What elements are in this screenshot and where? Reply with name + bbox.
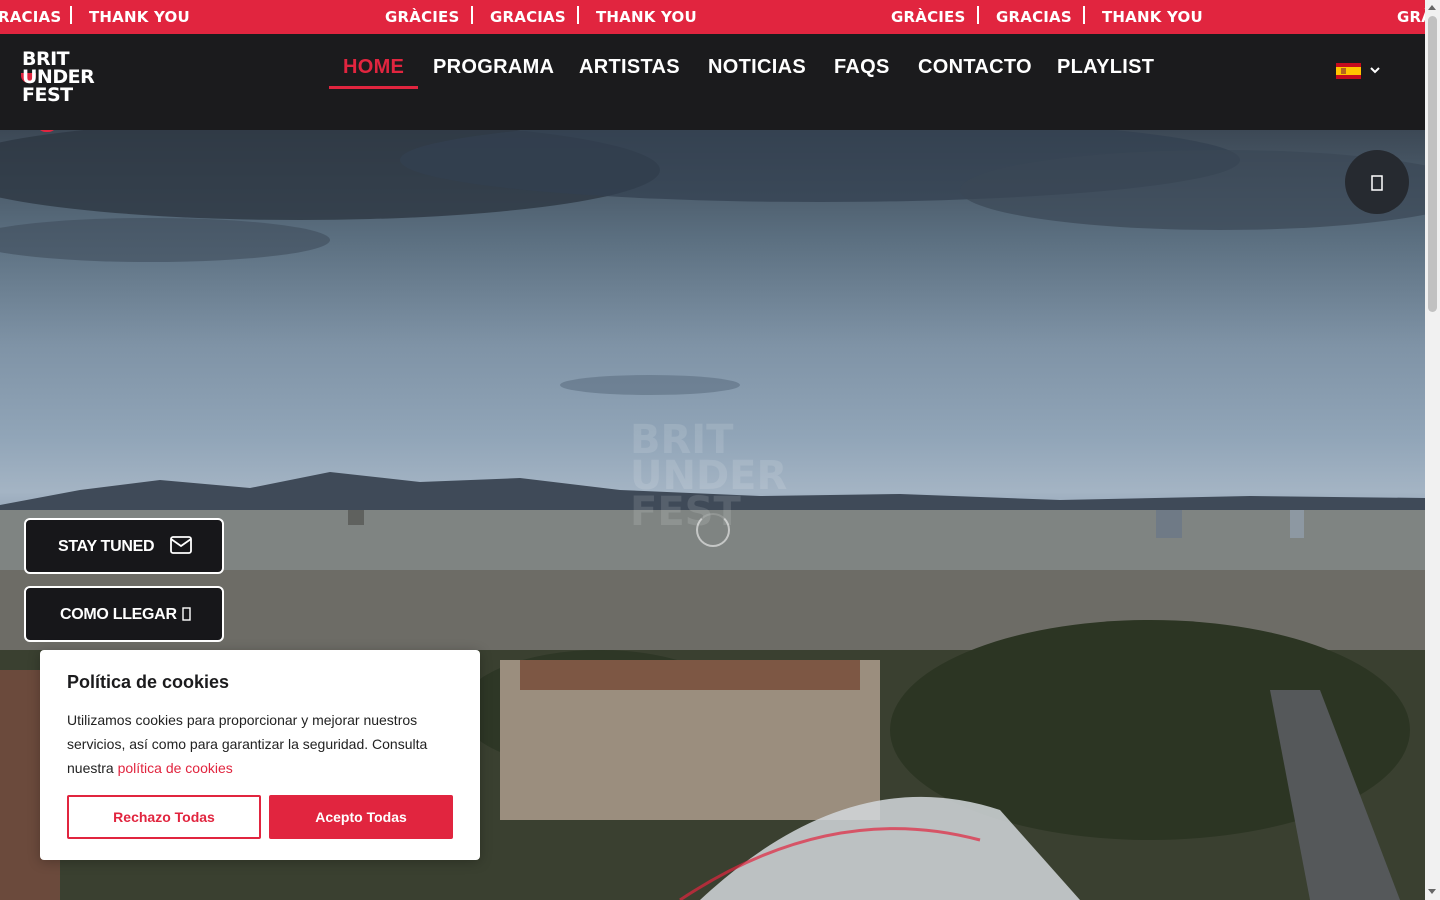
es-flag-icon	[1336, 63, 1361, 79]
envelope-icon	[170, 536, 192, 559]
ticker-separator	[977, 6, 979, 24]
logo-line: FEST	[22, 84, 73, 106]
ticker-item: THANK YOU	[1102, 8, 1203, 26]
stay-tuned-label: STAY TUNED	[58, 538, 155, 555]
ticker-item: GRÀCIES	[385, 8, 460, 26]
brit-under-fest-logo[interactable]: BRIT UNDER FEST	[21, 50, 112, 108]
logo-line: UNDER	[22, 66, 95, 88]
nav-programa[interactable]: PROGRAMA	[433, 56, 554, 79]
nav-artistas[interactable]: ARTISTAS	[579, 56, 680, 79]
scroll-up-icon[interactable]	[1428, 5, 1436, 10]
page-scrollbar[interactable]	[1425, 0, 1440, 900]
reject-all-button[interactable]: Rechazo Todas	[67, 795, 261, 839]
ticker-item: THANK YOU	[596, 8, 697, 26]
ticker-separator	[70, 6, 72, 24]
ticker-item: GRACIAS	[996, 8, 1072, 26]
como-llegar-button[interactable]: COMO LLEGAR	[24, 586, 224, 642]
scroll-thumb[interactable]	[1428, 16, 1437, 312]
nav-faqs[interactable]: FAQS	[834, 56, 890, 79]
accept-all-button[interactable]: Acepto Todas	[269, 795, 453, 839]
nav-noticias[interactable]: NOTICIAS	[708, 56, 806, 79]
hero-clouds	[0, 130, 1425, 395]
nav-home[interactable]: HOME	[343, 56, 404, 79]
language-selector[interactable]	[1336, 63, 1384, 79]
ticker-item: GRÀCIES	[891, 8, 966, 26]
nav-active-underline	[329, 86, 418, 89]
music-icon	[1371, 172, 1383, 191]
nav-playlist[interactable]: PLAYLIST	[1057, 56, 1154, 79]
ticker-bar: RACIAS THANK YOU GRÀCIES GRACIAS THANK Y…	[0, 0, 1425, 34]
music-toggle-button[interactable]	[1345, 150, 1409, 214]
map-marker-icon	[182, 607, 191, 626]
loading-spinner-icon	[696, 513, 730, 547]
chevron-down-icon	[1370, 63, 1380, 77]
ticker-separator	[577, 6, 579, 24]
como-llegar-label: COMO LLEGAR	[60, 606, 177, 623]
cookie-title: Política de cookies	[67, 672, 230, 692]
scroll-down-icon[interactable]	[1428, 889, 1436, 894]
ticker-item: GRÀ	[1397, 8, 1425, 26]
cookie-text: Utilizamos cookies para proporcionar y m…	[67, 708, 457, 780]
site-header: BRIT UNDER FEST HOME PROGRAMA ARTISTAS N…	[0, 34, 1425, 130]
cookie-policy-link[interactable]: política de cookies	[118, 760, 233, 776]
stay-tuned-button[interactable]: STAY TUNED	[24, 518, 224, 574]
ticker-separator	[471, 6, 473, 24]
ticker-item: GRACIAS	[490, 8, 566, 26]
cookie-consent-dialog: Política de cookies Utilizamos cookies p…	[40, 650, 480, 860]
ticker-item: THANK YOU	[89, 8, 190, 26]
nav-contacto[interactable]: CONTACTO	[918, 56, 1032, 79]
ticker-item: RACIAS	[0, 8, 62, 26]
ticker-separator	[1083, 6, 1085, 24]
